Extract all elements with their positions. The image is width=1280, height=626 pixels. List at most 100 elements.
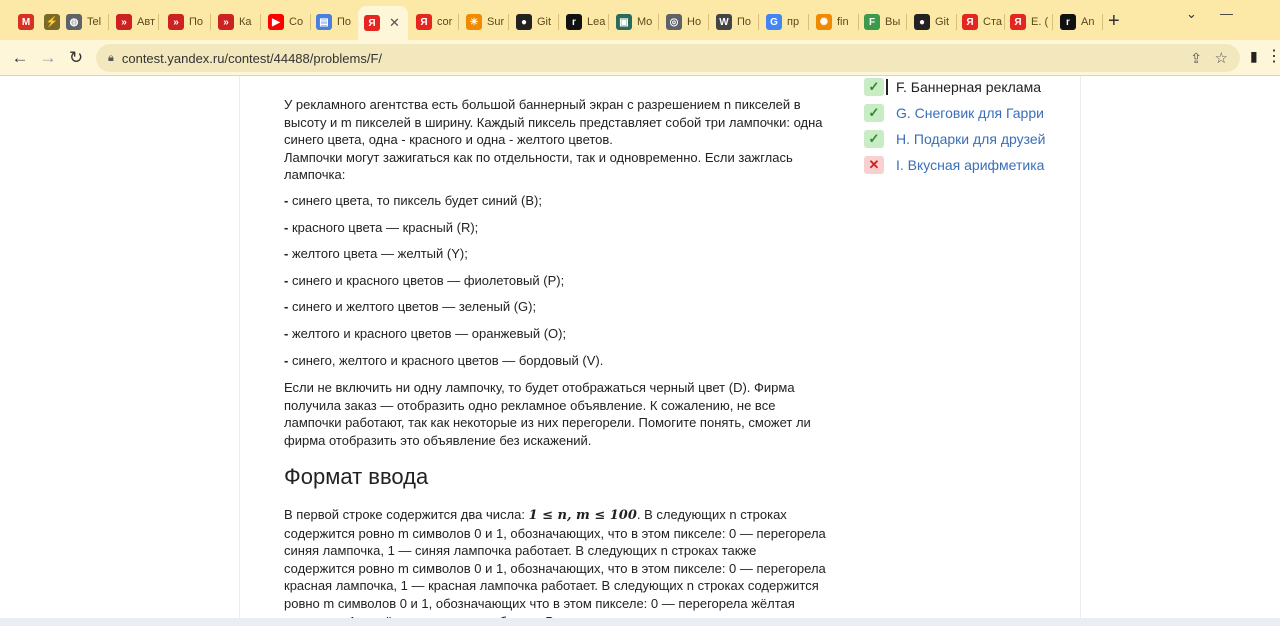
browser-tab[interactable]: ● Git xyxy=(908,8,954,36)
tab-label: Git xyxy=(935,16,950,28)
problem-link[interactable]: I. Вкусная арифметика xyxy=(896,157,1044,173)
browser-tab[interactable]: ✺ fin xyxy=(810,8,856,36)
list-item: - синего, желтого и красного цветов — бо… xyxy=(284,352,830,370)
input-math: 1 ≤ n, m ≤ 100 xyxy=(528,508,637,523)
browser-tab[interactable]: » По xyxy=(162,8,208,36)
tab-label: По xyxy=(737,16,752,28)
tab-separator xyxy=(210,14,211,30)
yandex-icon: Я xyxy=(364,15,380,31)
browser-tab[interactable]: » Ка xyxy=(212,8,258,36)
youtube-icon: ▶ xyxy=(268,14,284,30)
tab-label: По xyxy=(337,16,352,28)
problem-list-item[interactable]: ✓ F. Баннерная реклама xyxy=(864,74,1074,100)
tab-separator xyxy=(1052,14,1053,30)
doc-blue-icon: ▤ xyxy=(316,14,332,30)
browser-tab[interactable]: ☀ Sur xyxy=(460,8,506,36)
tab-separator xyxy=(1102,14,1103,30)
tab-label: An xyxy=(1081,16,1095,28)
back-arrow-icon[interactable]: ← xyxy=(8,46,32,70)
problem-list-item[interactable]: ✓ G. Снеговик для Гарри xyxy=(864,100,1074,126)
intro-text: У рекламного агентства есть большой банн… xyxy=(284,97,823,148)
side-panel-icon[interactable]: ▮ xyxy=(1250,48,1258,65)
browser-tab[interactable]: ◎ Ho xyxy=(660,8,706,36)
list-item: - синего и красного цветов — фиолетовый … xyxy=(284,272,830,290)
leetcode-icon: r xyxy=(1060,14,1076,30)
tab-label: По xyxy=(189,16,204,28)
tab-separator xyxy=(108,14,109,30)
sun-icon: ☀ xyxy=(466,14,482,30)
browser-tab[interactable]: ● Git xyxy=(510,8,556,36)
sheet-icon: F xyxy=(864,14,880,30)
browser-tab[interactable]: ⚡ xyxy=(38,8,62,36)
address-bar[interactable]: 🔒︎ contest.yandex.ru/contest/44488/probl… xyxy=(96,44,1240,72)
tab-label: Co xyxy=(289,16,304,28)
list-text: желтого и красного цветов — оранжевый (O… xyxy=(288,325,567,341)
problem-list-item[interactable]: ✕ I. Вкусная арифметика xyxy=(864,152,1074,178)
tab-close-icon[interactable]: ✕ xyxy=(389,15,400,31)
tab-strip: M ⚡ ◍ Tel» Авт» По» Ка ▶ Co ▤ По Я ✕ Яcor ☀ Sur ● Git r Lea… xyxy=(0,0,1280,40)
tab-label: Mo xyxy=(637,16,653,28)
list-item: - красного цвета — красный (R); xyxy=(284,219,830,237)
url-text[interactable]: contest.yandex.ru/contest/44488/problems… xyxy=(122,51,382,66)
tab-label: Авт xyxy=(137,16,155,28)
browser-tab[interactable]: ▣ Mo xyxy=(610,8,656,36)
browser-tab[interactable]: Я ✕ xyxy=(358,6,408,40)
tab-separator xyxy=(708,14,709,30)
problem-list-item[interactable]: ✓ H. Подарки для друзей xyxy=(864,126,1074,152)
tab-label: Sur xyxy=(487,16,505,28)
color-list: - синего цвета, то пиксель будет синий (… xyxy=(284,192,830,369)
checkmark-icon: ✓ xyxy=(864,104,884,122)
browser-toolbar: ← → ↻ 🔒︎ contest.yandex.ru/contest/44488… xyxy=(0,40,1280,76)
input-pre-text: В первой строке содержится два числа: xyxy=(284,507,529,522)
input-format-heading: Формат ввода xyxy=(284,464,429,489)
browser-tab[interactable]: » Авт xyxy=(110,8,156,36)
browser-tab[interactable]: Я Ста xyxy=(956,8,1002,36)
browser-tab[interactable]: F Вы xyxy=(858,8,904,36)
minimize-button[interactable]: — xyxy=(1220,6,1233,21)
problem-link[interactable]: G. Снеговик для Гарри xyxy=(896,105,1044,121)
tab-search-chevron-icon[interactable]: ⌄ xyxy=(1186,6,1197,22)
forward-red-icon: » xyxy=(218,14,234,30)
browser-tab[interactable]: r An xyxy=(1054,8,1100,36)
browser-tab[interactable]: r Lea xyxy=(560,8,606,36)
intro-text-2: Лампочки могут зажигаться как по отдельн… xyxy=(284,149,793,183)
tab-label: cor xyxy=(437,16,453,28)
leetcode-icon: r xyxy=(566,14,582,30)
left-gutter xyxy=(0,76,240,626)
forward-red-icon: » xyxy=(168,14,184,30)
browser-tab[interactable]: ◍ Tel xyxy=(60,8,106,36)
list-text: красного цвета — красный (R); xyxy=(288,219,479,235)
problem-link[interactable]: H. Подарки для друзей xyxy=(896,131,1045,147)
tab-separator xyxy=(608,14,609,30)
lock-icon[interactable]: 🔒︎ xyxy=(108,52,114,65)
right-gutter xyxy=(1080,76,1280,626)
problem-link[interactable]: F. Баннерная реклама xyxy=(886,79,1041,95)
browser-tab[interactable]: Gпр xyxy=(760,8,806,36)
share-icon[interactable]: ⇪ xyxy=(1190,50,1202,67)
forward-arrow-icon[interactable]: → xyxy=(36,46,60,70)
input-post-text: . В следующих n строках содержится ровно… xyxy=(284,507,826,626)
browser-tab[interactable]: M xyxy=(12,8,36,36)
tab-label: Lea xyxy=(587,16,606,28)
tab-separator xyxy=(260,14,261,30)
tab-label: Вы xyxy=(885,16,901,28)
tab-label: fin xyxy=(837,16,849,28)
tab-label: Git xyxy=(537,16,552,28)
browser-tab[interactable]: ▤ По xyxy=(310,8,356,36)
browser-tab[interactable]: ▶ Co xyxy=(262,8,308,36)
list-text: синего и красного цветов — фиолетовый (P… xyxy=(288,272,565,288)
reload-icon[interactable]: ↻ xyxy=(64,46,88,70)
browser-tab[interactable]: Я E. ( xyxy=(1004,8,1050,36)
statement-paragraph: У рекламного агентства есть большой банн… xyxy=(284,96,830,184)
new-tab-button[interactable]: + xyxy=(1108,10,1120,33)
yandex-icon: Я xyxy=(416,14,432,30)
list-item: - желтого цвета — желтый (Y); xyxy=(284,245,830,263)
kebab-menu-icon[interactable]: ⋮ xyxy=(1266,46,1280,66)
browser-tab[interactable]: W По xyxy=(710,8,756,36)
list-item: - синего цвета, то пиксель будет синий (… xyxy=(284,192,830,210)
tab-separator xyxy=(158,14,159,30)
bookmark-star-icon[interactable]: ☆ xyxy=(1215,49,1228,67)
tab-separator xyxy=(658,14,659,30)
tab-label: Ка xyxy=(239,16,252,28)
browser-tab[interactable]: Яcor xyxy=(410,8,456,36)
